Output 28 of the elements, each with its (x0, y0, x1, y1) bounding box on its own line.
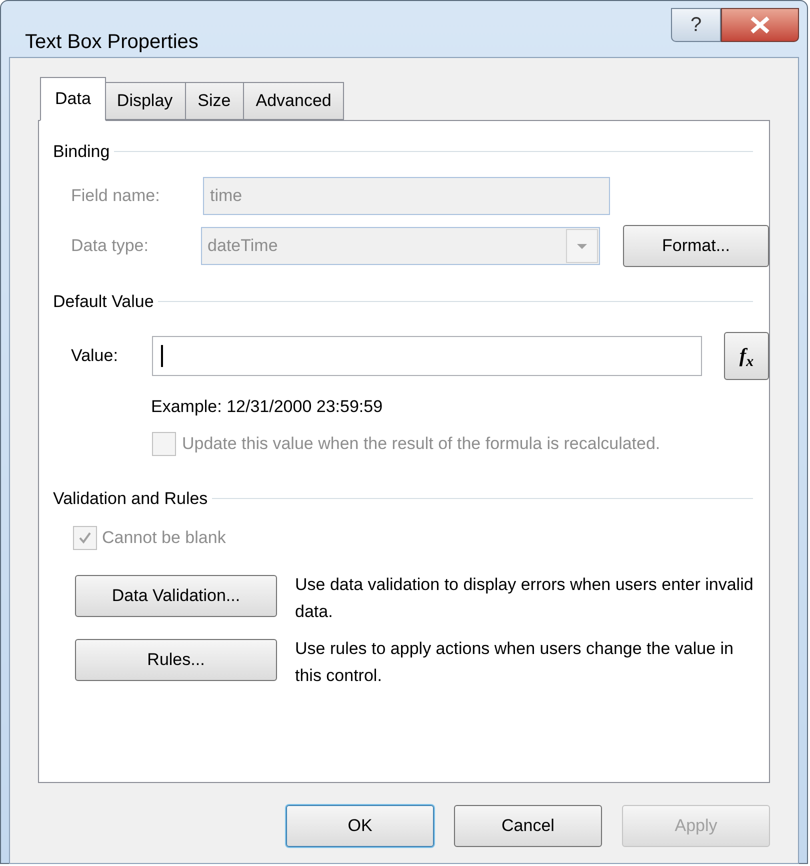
text-cursor (160, 345, 163, 367)
push-button[interactable]: Format... (623, 224, 769, 266)
tab[interactable]: Advanced (242, 82, 344, 120)
field-label: Field name: (71, 184, 161, 207)
field-label: Value: (71, 345, 119, 368)
tab[interactable]: Display (104, 82, 186, 120)
input-field[interactable] (152, 336, 702, 376)
push-button[interactable]: Cancel (454, 805, 602, 847)
checkmark-icon (77, 530, 93, 546)
group-title: Default Value (53, 290, 154, 312)
example-text: Example: 12/31/2000 23:59:59 (151, 396, 384, 418)
help-button[interactable]: ? (671, 8, 721, 42)
checkbox-label: Cannot be blank (102, 527, 226, 549)
description-text: Use data validation to display errors when users enter invalid data. (295, 574, 754, 622)
close-button[interactable] (721, 8, 799, 42)
push-button[interactable]: OK (286, 805, 434, 847)
window-title: Text Box Properties (25, 30, 200, 55)
push-button[interactable]: Rules... (75, 638, 277, 680)
group-title: Validation and Rules (53, 488, 208, 510)
tab[interactable]: Data (40, 77, 106, 121)
close-icon (749, 16, 771, 34)
tab[interactable]: Size (184, 82, 244, 120)
checkbox-label: Update this value when the result of the formula is recalculated. (182, 432, 660, 454)
push-button[interactable]: f$_{x}$ (724, 332, 769, 380)
field-label: Data type: (71, 234, 150, 257)
description-text: Use rules to apply actions when users change the value in this control. (295, 638, 734, 686)
group-title: Binding (53, 141, 110, 163)
push-button[interactable]: Data Validation... (75, 574, 277, 616)
